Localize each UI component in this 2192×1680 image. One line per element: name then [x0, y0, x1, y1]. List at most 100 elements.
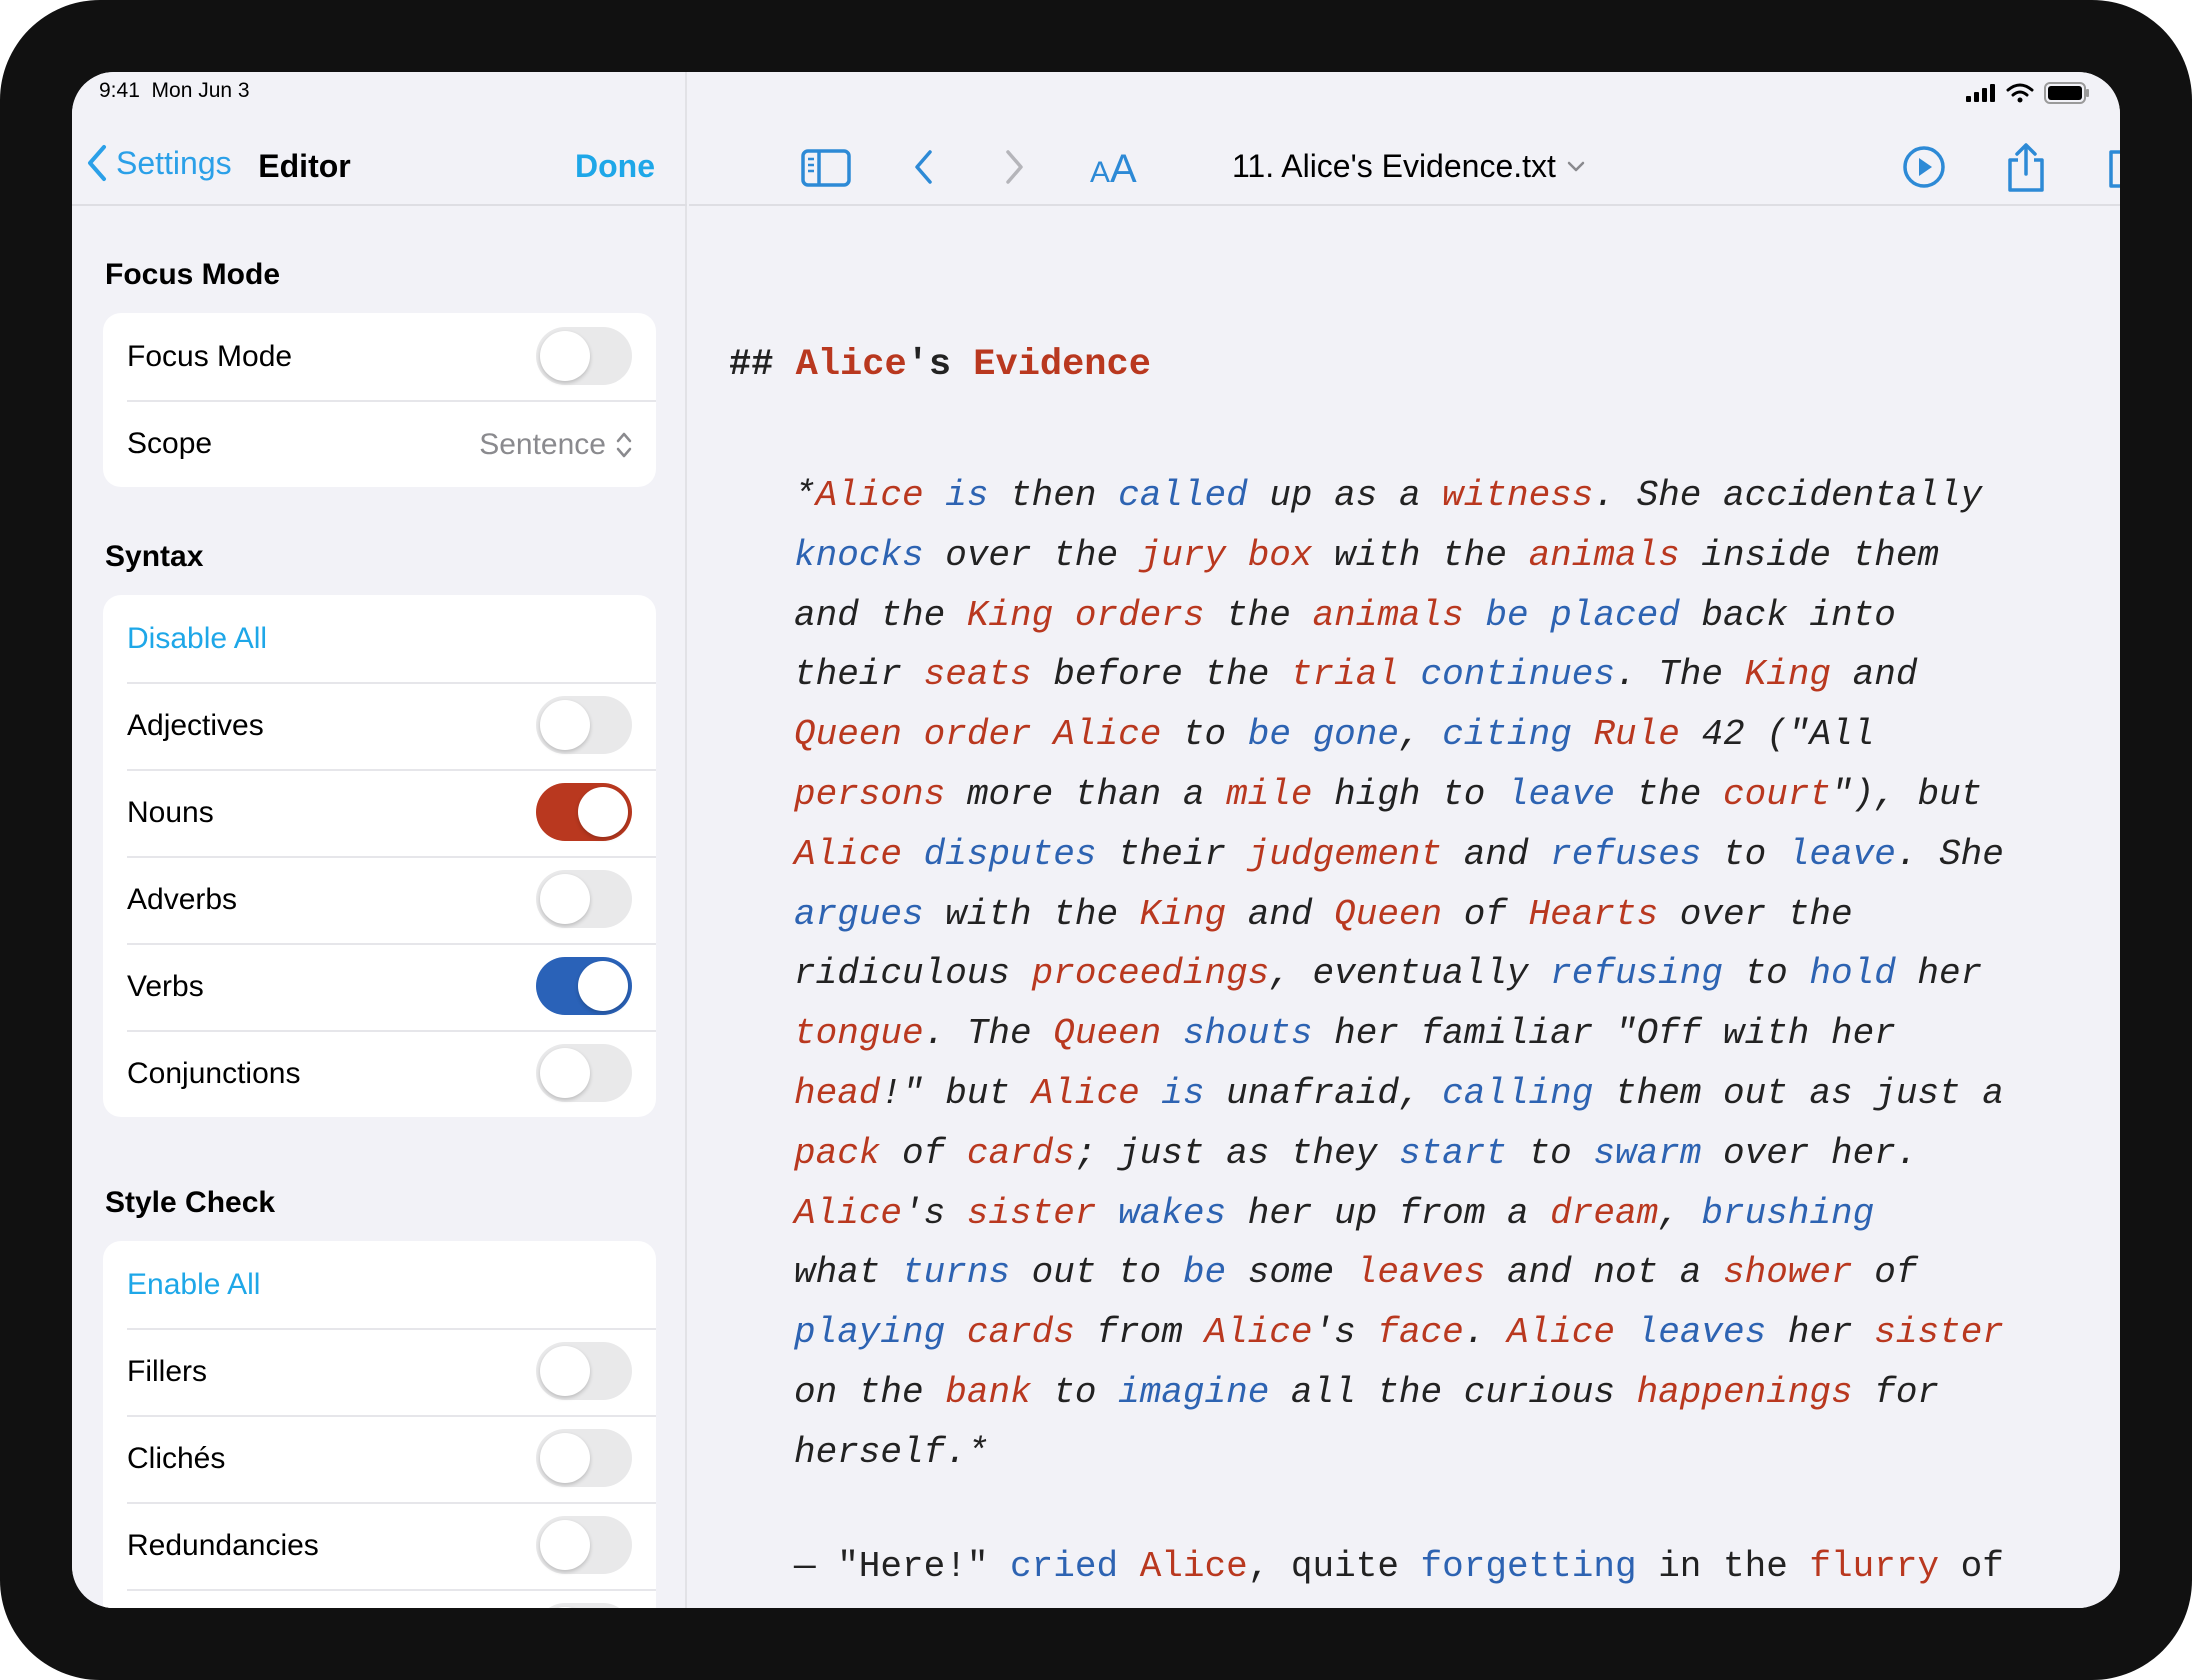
verb-word: placed — [1550, 594, 1680, 636]
noun-word: order — [923, 714, 1032, 756]
syntax-card: Disable All Adjectives Nouns Adverbs Ver… — [103, 595, 656, 1117]
plain-text: 42 ("All — [1679, 714, 1875, 756]
plain-text: inside them — [1679, 534, 1940, 576]
verb-word: imagine — [1118, 1371, 1270, 1413]
nouns-row: Nouns — [103, 769, 656, 856]
plain-text: then — [988, 475, 1119, 516]
verb-word: calling — [1442, 1072, 1594, 1114]
noun-word: Alice — [794, 833, 903, 875]
back-label: Settings — [116, 144, 232, 181]
disable-all-button[interactable]: Disable All — [127, 622, 267, 656]
cliches-toggle[interactable] — [536, 1429, 632, 1487]
partial-toggle[interactable] — [536, 1603, 632, 1608]
text-line: herself.* — [794, 1423, 2120, 1483]
redundancies-toggle[interactable] — [536, 1516, 632, 1574]
font-size-icon: AA — [1090, 147, 1137, 191]
document-next-line: — "Here!" cried Alice, quite forgetting … — [794, 1546, 2004, 1587]
document-heading: ## Alice's Evidence — [729, 344, 1151, 386]
verb-word: leaves — [1636, 1312, 1767, 1354]
noun-word: bank — [945, 1371, 1032, 1413]
toggle-knob — [540, 1048, 590, 1098]
verb-word: is — [1161, 1072, 1205, 1114]
focus-card: Focus Mode Scope Sentence — [103, 313, 656, 487]
row-label: Redundancies — [127, 1528, 319, 1562]
scope-row[interactable]: Scope Sentence — [103, 400, 656, 487]
heading-text: ## — [729, 344, 796, 386]
verb-word: called — [1118, 475, 1248, 516]
adverbs-row: Adverbs — [103, 856, 656, 943]
row-label: Fillers — [127, 1354, 207, 1388]
noun-word: Queen — [1053, 1013, 1162, 1055]
text-line: persons more than a mile high to leave t… — [794, 765, 2120, 825]
enable-all-row[interactable]: Enable All — [103, 1241, 656, 1328]
focus-mode-toggle[interactable] — [536, 327, 632, 385]
section-title-style-check: Style Check — [105, 1186, 276, 1219]
back-nav-button[interactable] — [911, 142, 937, 197]
document-title-menu[interactable]: 11. Alice's Evidence.txt — [1232, 148, 1586, 185]
style-check-card: Enable All Fillers Clichés Redundancies — [103, 1241, 656, 1608]
verb-word: is — [945, 475, 989, 516]
plain-text — [1615, 1312, 1637, 1353]
plain-text: ; just as they — [1074, 1132, 1399, 1174]
text-line: and the King orders the animals be place… — [794, 586, 2120, 646]
done-button[interactable]: Done — [575, 148, 655, 185]
text-line: playing cards from Alice's face. Alice l… — [794, 1303, 2120, 1363]
play-icon — [1903, 146, 1945, 188]
plain-text: over the — [1658, 893, 1853, 935]
status-time: 9:41 Mon Jun 3 — [99, 79, 250, 103]
plain-text: and — [1442, 833, 1551, 875]
section-title-focus: Focus Mode — [105, 258, 281, 291]
sidebar-toggle-button[interactable] — [800, 142, 852, 197]
share-icon — [2008, 143, 2044, 192]
back-button[interactable]: Settings — [86, 144, 232, 182]
noun-word: Alice — [815, 475, 924, 516]
plain-text: and not a — [1485, 1252, 1723, 1294]
noun-word: Queen — [1334, 893, 1443, 935]
toggle-knob — [578, 787, 628, 837]
compose-button[interactable] — [2105, 142, 2120, 197]
verbs-toggle[interactable] — [536, 957, 632, 1015]
row-label: Nouns — [127, 795, 214, 829]
row-label: Adjectives — [127, 708, 264, 742]
plain-text: for — [1852, 1371, 1940, 1413]
noun-word: Queen — [794, 714, 903, 756]
scope-value-text: Sentence — [479, 428, 606, 461]
plain-text: and — [1226, 893, 1335, 935]
chevron-down-icon — [1567, 161, 1585, 171]
toggle-knob — [540, 1607, 590, 1608]
toggle-knob — [540, 1520, 590, 1570]
plain-text: before the — [1031, 654, 1291, 696]
forward-nav-button[interactable] — [1001, 142, 1027, 197]
plain-text: . The — [923, 1013, 1054, 1055]
adjectives-row: Adjectives — [103, 682, 656, 769]
fillers-toggle[interactable] — [536, 1342, 632, 1400]
plain-text: what — [794, 1252, 903, 1294]
plain-text — [1226, 535, 1248, 576]
noun-word: Hearts — [1528, 893, 1659, 935]
plain-text: , eventually — [1269, 953, 1551, 995]
adverbs-toggle[interactable] — [536, 870, 632, 928]
cellular-signal-icon — [1966, 84, 1995, 102]
noun-word: King — [1744, 654, 1832, 696]
plain-text: their — [1096, 833, 1248, 875]
adjectives-toggle[interactable] — [536, 696, 632, 754]
preview-button[interactable] — [1901, 142, 1947, 197]
cliches-row: Clichés — [103, 1415, 656, 1502]
plain-text: them out as just a — [1593, 1072, 2004, 1114]
verb-word: wakes — [1118, 1192, 1227, 1234]
enable-all-button[interactable]: Enable All — [127, 1268, 260, 1302]
plain-text — [1161, 1013, 1183, 1054]
noun-word: seats — [923, 654, 1032, 696]
share-button[interactable] — [2004, 142, 2048, 199]
plain-text: ridiculous — [794, 953, 1032, 995]
conjunctions-toggle[interactable] — [536, 1044, 632, 1102]
scope-value[interactable]: Sentence — [479, 428, 632, 462]
disable-all-row[interactable]: Disable All — [103, 595, 656, 682]
toggle-knob — [540, 1346, 590, 1396]
plain-text: . — [1463, 1312, 1507, 1354]
battery-icon — [2044, 82, 2089, 104]
status-time-text: 9:41 — [99, 79, 140, 102]
noun-word: judgement — [1247, 833, 1443, 875]
nouns-toggle[interactable] — [536, 783, 632, 841]
font-size-button[interactable]: AA — [1088, 142, 1142, 197]
